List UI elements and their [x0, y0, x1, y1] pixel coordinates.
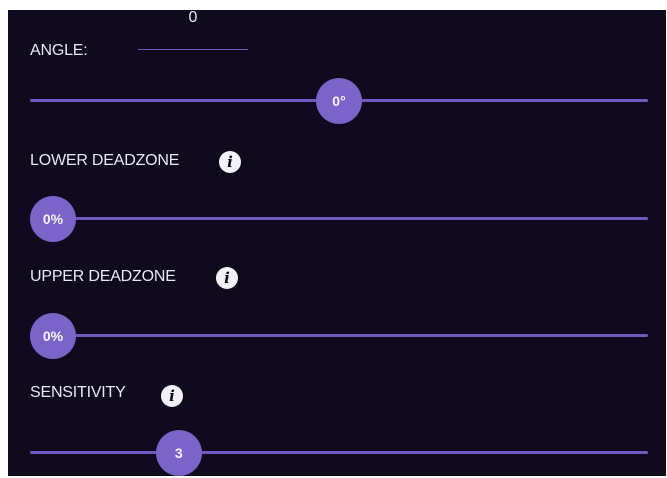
- sensitivity-slider-thumb[interactable]: 3: [155, 430, 202, 476]
- angle-slider-thumb[interactable]: 0°: [316, 78, 362, 124]
- lower-deadzone-label: LOWER DEADZONE: [30, 152, 180, 169]
- angle-input[interactable]: [138, 10, 248, 50]
- lower-deadzone-slider-track[interactable]: [30, 217, 648, 220]
- settings-panel: ANGLE: 0° LOWER DEADZONE i 0% UPPER DEAD…: [8, 10, 666, 476]
- info-icon[interactable]: i: [216, 267, 238, 289]
- lower-deadzone-slider-thumb[interactable]: 0%: [30, 196, 76, 242]
- sensitivity-slider-track[interactable]: [30, 451, 648, 454]
- upper-deadzone-slider-track[interactable]: [30, 334, 648, 337]
- angle-label: ANGLE:: [30, 42, 88, 59]
- info-icon[interactable]: i: [219, 151, 241, 173]
- sensitivity-label: SENSITIVITY: [30, 384, 126, 401]
- upper-deadzone-slider-thumb[interactable]: 0%: [30, 313, 76, 359]
- info-icon[interactable]: i: [161, 385, 183, 407]
- upper-deadzone-label: UPPER DEADZONE: [30, 268, 176, 285]
